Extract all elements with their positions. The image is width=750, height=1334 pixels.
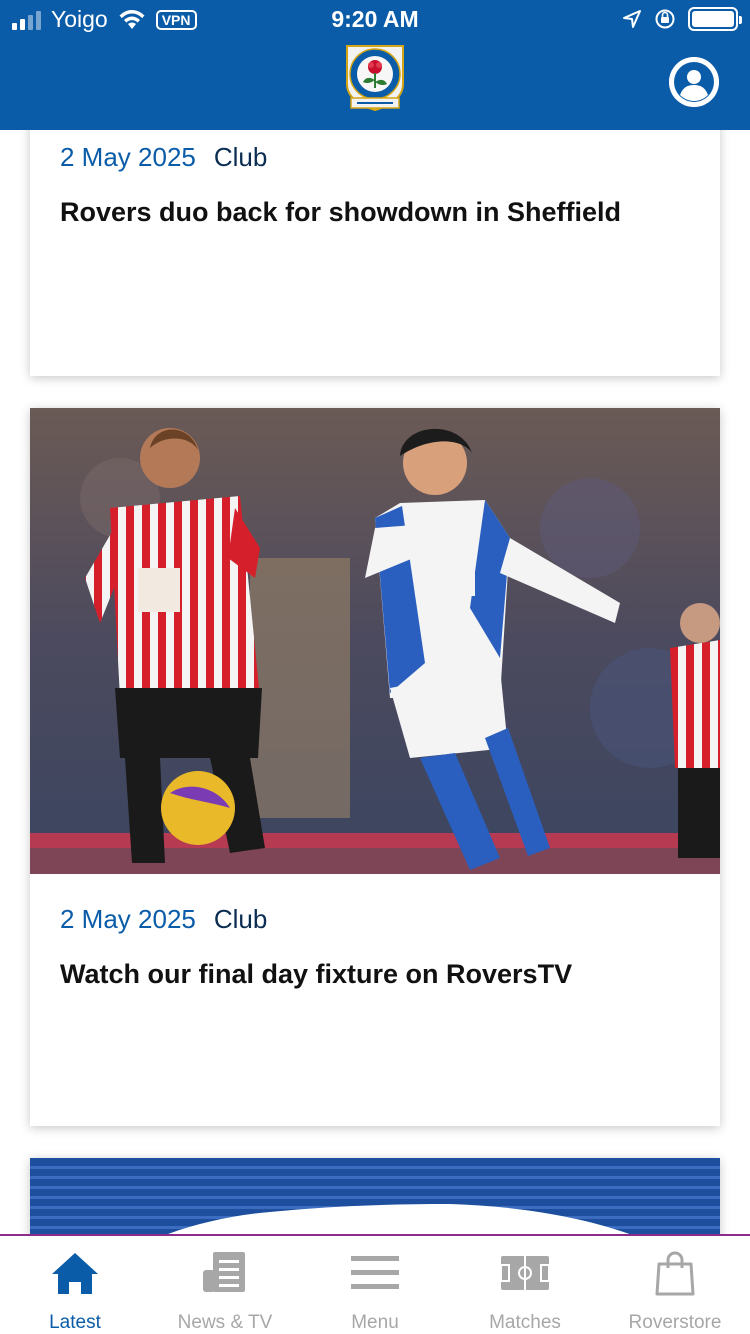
news-feed[interactable]: 2 May 2025 Club Rovers duo back for show… — [0, 130, 750, 1234]
article-title[interactable]: Rovers duo back for showdown in Sheffiel… — [60, 195, 690, 229]
article-card[interactable]: 2 May 2025 Club Watch our final day fixt… — [30, 408, 720, 1126]
tab-label: Latest — [49, 1312, 101, 1333]
user-avatar-icon — [669, 57, 719, 107]
pitch-icon — [500, 1256, 550, 1290]
tab-roverstore[interactable]: Roverstore — [600, 1236, 750, 1334]
status-bar: Yoigo VPN 9:20 AM — [0, 0, 750, 40]
profile-button[interactable] — [669, 57, 719, 107]
newspaper-icon — [203, 1252, 245, 1292]
article-photo[interactable] — [30, 408, 720, 874]
tab-label: Roverstore — [628, 1312, 722, 1333]
article-meta: 2 May 2025 Club — [60, 904, 690, 935]
battery-icon — [688, 7, 742, 31]
tab-label: Menu — [351, 1312, 399, 1333]
tab-menu[interactable]: Menu — [300, 1236, 450, 1334]
article-date: 2 May 2025 — [60, 142, 196, 172]
location-arrow-icon — [623, 10, 641, 28]
home-icon — [52, 1253, 98, 1294]
article-card[interactable]: 2 May 2025 Club Rovers duo back for show… — [30, 130, 720, 376]
tab-latest[interactable]: Latest — [0, 1236, 150, 1334]
club-crest-logo[interactable] — [339, 40, 411, 112]
tab-matches[interactable]: Matches — [450, 1236, 600, 1334]
app-header: Yoigo VPN 9:20 AM — [0, 0, 750, 130]
promo-banner-image[interactable] — [30, 1158, 720, 1234]
tab-label: Matches — [489, 1312, 561, 1333]
hamburger-menu-icon — [351, 1256, 399, 1289]
article-title[interactable]: Watch our final day fixture on RoversTV — [60, 957, 690, 991]
article-meta: 2 May 2025 Club — [60, 142, 690, 173]
article-date: 2 May 2025 — [60, 904, 196, 934]
article-card-partial[interactable] — [30, 1158, 720, 1234]
article-category: Club — [213, 142, 268, 172]
tab-label: News & TV — [177, 1312, 273, 1333]
rotation-lock-icon — [655, 9, 675, 29]
shopping-bag-icon — [655, 1251, 695, 1296]
tab-news-tv[interactable]: News & TV — [150, 1236, 300, 1334]
bottom-tab-bar: Latest News & TV Menu Matches Roverstore — [0, 1234, 750, 1334]
article-category: Club — [213, 904, 268, 934]
